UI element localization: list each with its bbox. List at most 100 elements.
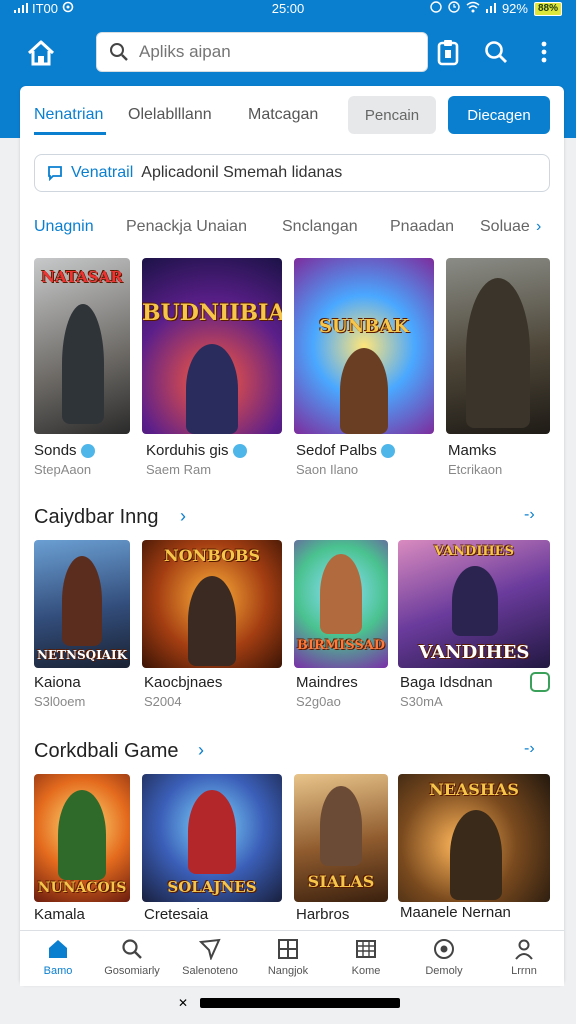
character-figure (450, 810, 502, 900)
verified-icon (80, 444, 95, 459)
clipboard-button[interactable] (434, 36, 462, 68)
featured-sub-4: Etcrikaon (448, 462, 503, 477)
featured-name-2: Korduhis gis (146, 442, 247, 459)
nav-item-lrrnn[interactable]: Lrrnn (486, 937, 562, 977)
section2-name-2: Cretesaia (144, 906, 209, 923)
section1-tile-4[interactable]: VANDIHES VANDIHES (398, 540, 550, 668)
chevron-right-icon[interactable]: › (180, 506, 186, 527)
tab-bar: Nenatrian Olelablllann Matcagan Pencain … (20, 86, 564, 144)
message-icon (48, 166, 62, 181)
chevron-right-icon[interactable]: › (198, 740, 204, 761)
search-button[interactable] (482, 36, 510, 68)
nav-item-gosomiarly[interactable]: Gosomiarly (94, 937, 170, 977)
grid-icon (276, 937, 300, 961)
notice-text: Aplicadonil Smemah lidanas (141, 164, 343, 181)
section1-tile-2[interactable]: NONBOBS (142, 540, 282, 668)
nav-label: Lrrnn (511, 965, 537, 977)
search-input[interactable] (139, 42, 399, 62)
gesture-home-bar[interactable] (200, 998, 400, 1008)
more-button[interactable] (530, 36, 558, 68)
tile-art-title: NETNSQIAIK (36, 648, 128, 662)
home-icon (46, 937, 70, 961)
tile-art-title: SOLAJNES (167, 878, 257, 896)
character-figure (340, 348, 388, 434)
tile-art-title: NEASHAS (429, 780, 519, 799)
category-pnaadan[interactable]: Pnaadan (390, 218, 454, 236)
nav-item-nangjok[interactable]: Nangjok (250, 937, 326, 977)
character-figure (62, 304, 104, 424)
section1-name-1: Kaiona (34, 674, 81, 691)
section2-tile-4[interactable]: NEASHAS (398, 774, 550, 902)
section2-name-3: Harbros (296, 906, 350, 923)
featured-sub-1: StepAaon (34, 462, 92, 477)
section1-sub-1: S3l0oem (34, 694, 86, 709)
character-figure (186, 344, 238, 434)
wifi-icon (466, 1, 480, 16)
section2-tile-3[interactable]: SIALAS (294, 774, 388, 902)
section2-tile-2[interactable]: SOLAJNES (142, 774, 282, 902)
search-bar[interactable] (96, 32, 428, 72)
character-figure (188, 790, 236, 874)
tile-art-title: SUNBAK (319, 316, 409, 337)
featured-tile-2[interactable]: BUDNIIBIAI (142, 258, 282, 434)
category-unagnin[interactable]: Unagnin (34, 218, 94, 236)
alarm-icon (448, 1, 460, 16)
send-icon (198, 937, 222, 961)
nav-item-demoly[interactable]: Demoly (406, 937, 482, 977)
tile-art-title: SIALAS (307, 872, 375, 891)
section1-name-3: Maindres (296, 674, 358, 691)
featured-tile-4[interactable]: OD (446, 258, 550, 434)
close-icon[interactable]: ✕ (178, 996, 188, 1010)
nav-label: Salenoteno (182, 965, 238, 977)
user-icon (512, 937, 536, 961)
chevron-right-icon[interactable]: › (536, 218, 541, 236)
see-more-arrow-icon[interactable]: -› (524, 740, 535, 758)
tab-nenatrian[interactable]: Nenatrian (34, 106, 103, 124)
home-icon (27, 40, 55, 66)
notice-highlight: Venatrail (71, 164, 134, 181)
section2-name-1: Kamala (34, 906, 85, 923)
notice-banner[interactable]: Venatrail Aplicadonil Smemah lidanas (34, 154, 550, 192)
section1-name-2: Kaocbjnaes (144, 674, 223, 691)
tile-art-title: VANDIHES (434, 544, 514, 559)
section1-sub-2: S2004 (144, 694, 182, 709)
section1-tile-3[interactable]: BIRMISSAD (294, 540, 388, 668)
home-button[interactable] (24, 36, 58, 70)
featured-tile-3[interactable]: SUNBAK (294, 258, 434, 434)
cell-icon (485, 1, 496, 16)
active-tab-indicator (34, 132, 106, 135)
badge-icon (432, 937, 456, 961)
status-bar: IT00 25:00 92% 88% (0, 0, 576, 18)
tile-art-title: NATASAR (41, 268, 123, 286)
nav-item-bamo[interactable]: Bamo (20, 937, 96, 977)
diecagen-button[interactable]: Diecagen (448, 96, 550, 134)
tab-olelablllann[interactable]: Olelablllann (128, 106, 212, 124)
see-more-arrow-icon[interactable]: -› (524, 506, 535, 524)
section1-sub-4: S30mA (400, 694, 443, 709)
featured-sub-2: Saem Ram (146, 462, 212, 477)
category-soluae[interactable]: Soluae (480, 218, 530, 236)
search-icon (110, 43, 128, 61)
battery-percent: 92% (501, 1, 528, 16)
featured-tile-1[interactable]: NATASAR (34, 258, 130, 434)
section2-tile-1[interactable]: NUNACOIS (34, 774, 130, 902)
character-figure (320, 786, 362, 866)
tab-matcagan[interactable]: Matcagan (248, 106, 318, 124)
section1-tile-1[interactable]: NETNSQIAIK (34, 540, 130, 668)
pencain-button[interactable]: Pencain (348, 96, 436, 134)
category-bar: Unagnin Penackja Unaian Snclangan Pnaada… (34, 218, 558, 242)
verified-icon (380, 444, 395, 459)
category-penackja[interactable]: Penackja Unaian (126, 218, 247, 236)
tile-art-subtitle: VANDIHES (418, 642, 530, 663)
category-snclangan[interactable]: Snclangan (282, 218, 358, 236)
nav-label: Kome (351, 965, 381, 977)
nav-item-kome[interactable]: Kome (328, 937, 404, 977)
installed-icon (530, 672, 550, 692)
nav-label: Demoly (425, 965, 463, 977)
section2-name-4: Maanele Nernan (400, 904, 511, 921)
location-icon (430, 1, 442, 16)
nav-item-salenoteno[interactable]: Salenoteno (172, 937, 248, 977)
character-figure (62, 556, 102, 646)
character-figure (452, 566, 498, 636)
featured-name-1: Sonds (34, 442, 95, 459)
